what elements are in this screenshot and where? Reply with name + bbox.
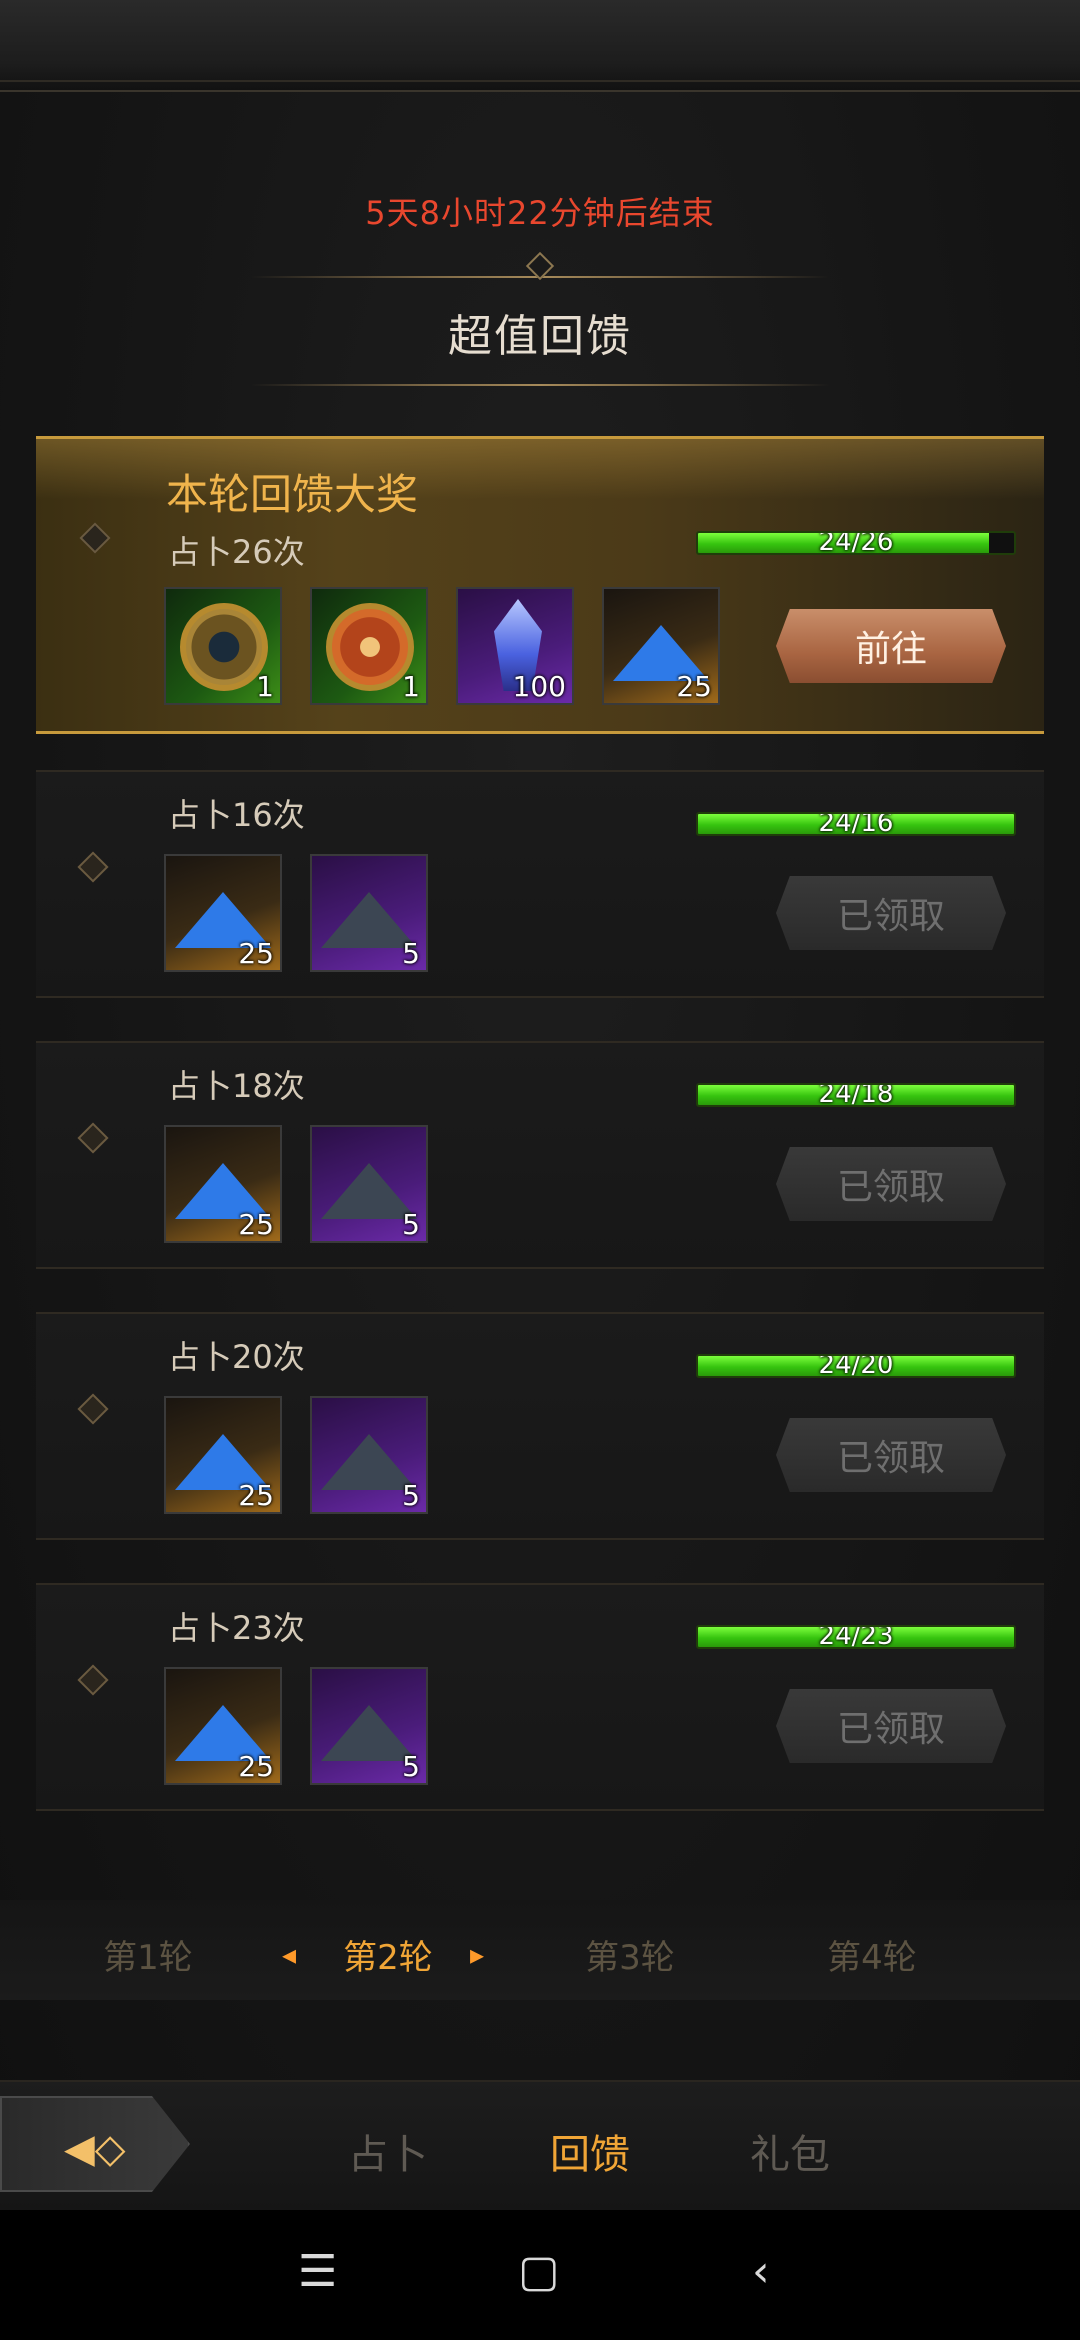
diamond-marker-icon (77, 851, 109, 883)
reward-item-slot[interactable]: 5 (310, 1667, 428, 1785)
progress-text: 24/20 (818, 1354, 894, 1378)
title-divider-bottom (250, 384, 830, 386)
diamond-marker-icon (77, 1122, 109, 1154)
back-button[interactable]: ◀◇ (0, 2096, 190, 2192)
diamond-marker-icon (79, 522, 111, 554)
tab-divination[interactable]: 占卜 (348, 2122, 428, 2180)
item-count: 100 (512, 670, 566, 703)
progress-text: 24/23 (818, 1625, 894, 1649)
countdown-timer: 5天8小时22分钟后结束 (365, 194, 715, 232)
red-coin-icon (326, 603, 414, 691)
grand-prize-card: 本轮回馈大奖 占卜26次 24/26 1 1 100 25 前往 (36, 436, 1044, 734)
go-button[interactable]: 前往 (776, 609, 1006, 683)
reward-row: 占卜18次 24/18 25 5 已领取 (36, 1041, 1044, 1269)
row-progress-bar: 24/20 (696, 1354, 1016, 1378)
item-count: 5 (402, 1750, 420, 1783)
reward-item-slot[interactable]: 5 (310, 854, 428, 972)
row-condition: 占卜16次 (168, 796, 305, 834)
back-arrow-icon: ◀◇ (64, 2126, 126, 2172)
prize-condition: 占卜26次 (168, 533, 305, 571)
round-tab-2[interactable]: 第2轮 (298, 1930, 478, 1979)
arrow-right-icon: ▸ (470, 1938, 485, 1971)
item-count: 5 (402, 937, 420, 970)
diamond-marker-icon (77, 1393, 109, 1425)
row-condition: 占卜20次 (168, 1338, 305, 1376)
reward-row: 占卜16次 24/16 25 5 已领取 (36, 770, 1044, 998)
progress-text: 24/18 (818, 1083, 894, 1107)
item-count: 25 (238, 1750, 274, 1783)
tab-gift-pack[interactable]: 礼包 (750, 2122, 830, 2180)
reward-item-slot[interactable]: 25 (602, 587, 720, 705)
row-progress-bar: 24/18 (696, 1083, 1016, 1107)
reward-item-slot[interactable]: 1 (310, 587, 428, 705)
item-count: 1 (402, 670, 420, 703)
item-count: 25 (238, 1479, 274, 1512)
progress-text: 24/26 (818, 531, 894, 555)
reward-item-slot[interactable]: 100 (456, 587, 574, 705)
item-count: 1 (256, 670, 274, 703)
tab-feedback[interactable]: 回馈 (550, 2122, 630, 2180)
reward-item-slot[interactable]: 5 (310, 1396, 428, 1514)
reward-row: 占卜23次 24/23 25 5 已领取 (36, 1583, 1044, 1811)
menu-icon[interactable]: ☰ (298, 2246, 337, 2297)
round-tab-3[interactable]: 第3轮 (540, 1930, 720, 1979)
reward-item-slot[interactable]: 1 (164, 587, 282, 705)
reward-item-slot[interactable]: 25 (164, 1667, 282, 1785)
row-condition: 占卜18次 (168, 1067, 305, 1105)
arrow-left-icon: ◂ (282, 1938, 297, 1971)
diamond-marker-icon (77, 1664, 109, 1696)
item-count: 25 (238, 1208, 274, 1241)
round-tab-1[interactable]: 第1轮 (58, 1930, 238, 1979)
item-count: 25 (676, 670, 712, 703)
round-selector: 第1轮 ◂ 第2轮 ▸ 第3轮 第4轮 (0, 1900, 1080, 2000)
reward-item-slot[interactable]: 25 (164, 1396, 282, 1514)
row-progress-bar: 24/16 (696, 812, 1016, 836)
home-icon[interactable]: ▢ (518, 2246, 560, 2297)
progress-text: 24/16 (818, 812, 894, 836)
compass-coin-icon (180, 603, 268, 691)
page-title: 超值回馈 (448, 311, 632, 362)
reward-item-slot[interactable]: 25 (164, 1125, 282, 1243)
round-tab-4[interactable]: 第4轮 (782, 1930, 962, 1979)
top-ornament-band (0, 0, 1080, 92)
row-progress-bar: 24/23 (696, 1625, 1016, 1649)
prize-title: 本轮回馈大奖 (166, 470, 419, 519)
claimed-button[interactable]: 已领取 (776, 1147, 1006, 1221)
reward-item-slot[interactable]: 25 (164, 854, 282, 972)
item-count: 25 (238, 937, 274, 970)
row-condition: 占卜23次 (168, 1609, 305, 1647)
item-count: 5 (402, 1479, 420, 1512)
claimed-button[interactable]: 已领取 (776, 876, 1006, 950)
bottom-tab-bar: ◀◇ 占卜 回馈 礼包 (0, 2080, 1080, 2210)
reward-item-slot[interactable]: 5 (310, 1125, 428, 1243)
prize-progress-bar: 24/26 (696, 531, 1016, 555)
claimed-button[interactable]: 已领取 (776, 1689, 1006, 1763)
claimed-button[interactable]: 已领取 (776, 1418, 1006, 1492)
item-count: 5 (402, 1208, 420, 1241)
system-nav-bar: ☰ ▢ ‹ (0, 2210, 1080, 2340)
reward-row: 占卜20次 24/20 25 5 已领取 (36, 1312, 1044, 1540)
back-icon[interactable]: ‹ (752, 2246, 770, 2297)
